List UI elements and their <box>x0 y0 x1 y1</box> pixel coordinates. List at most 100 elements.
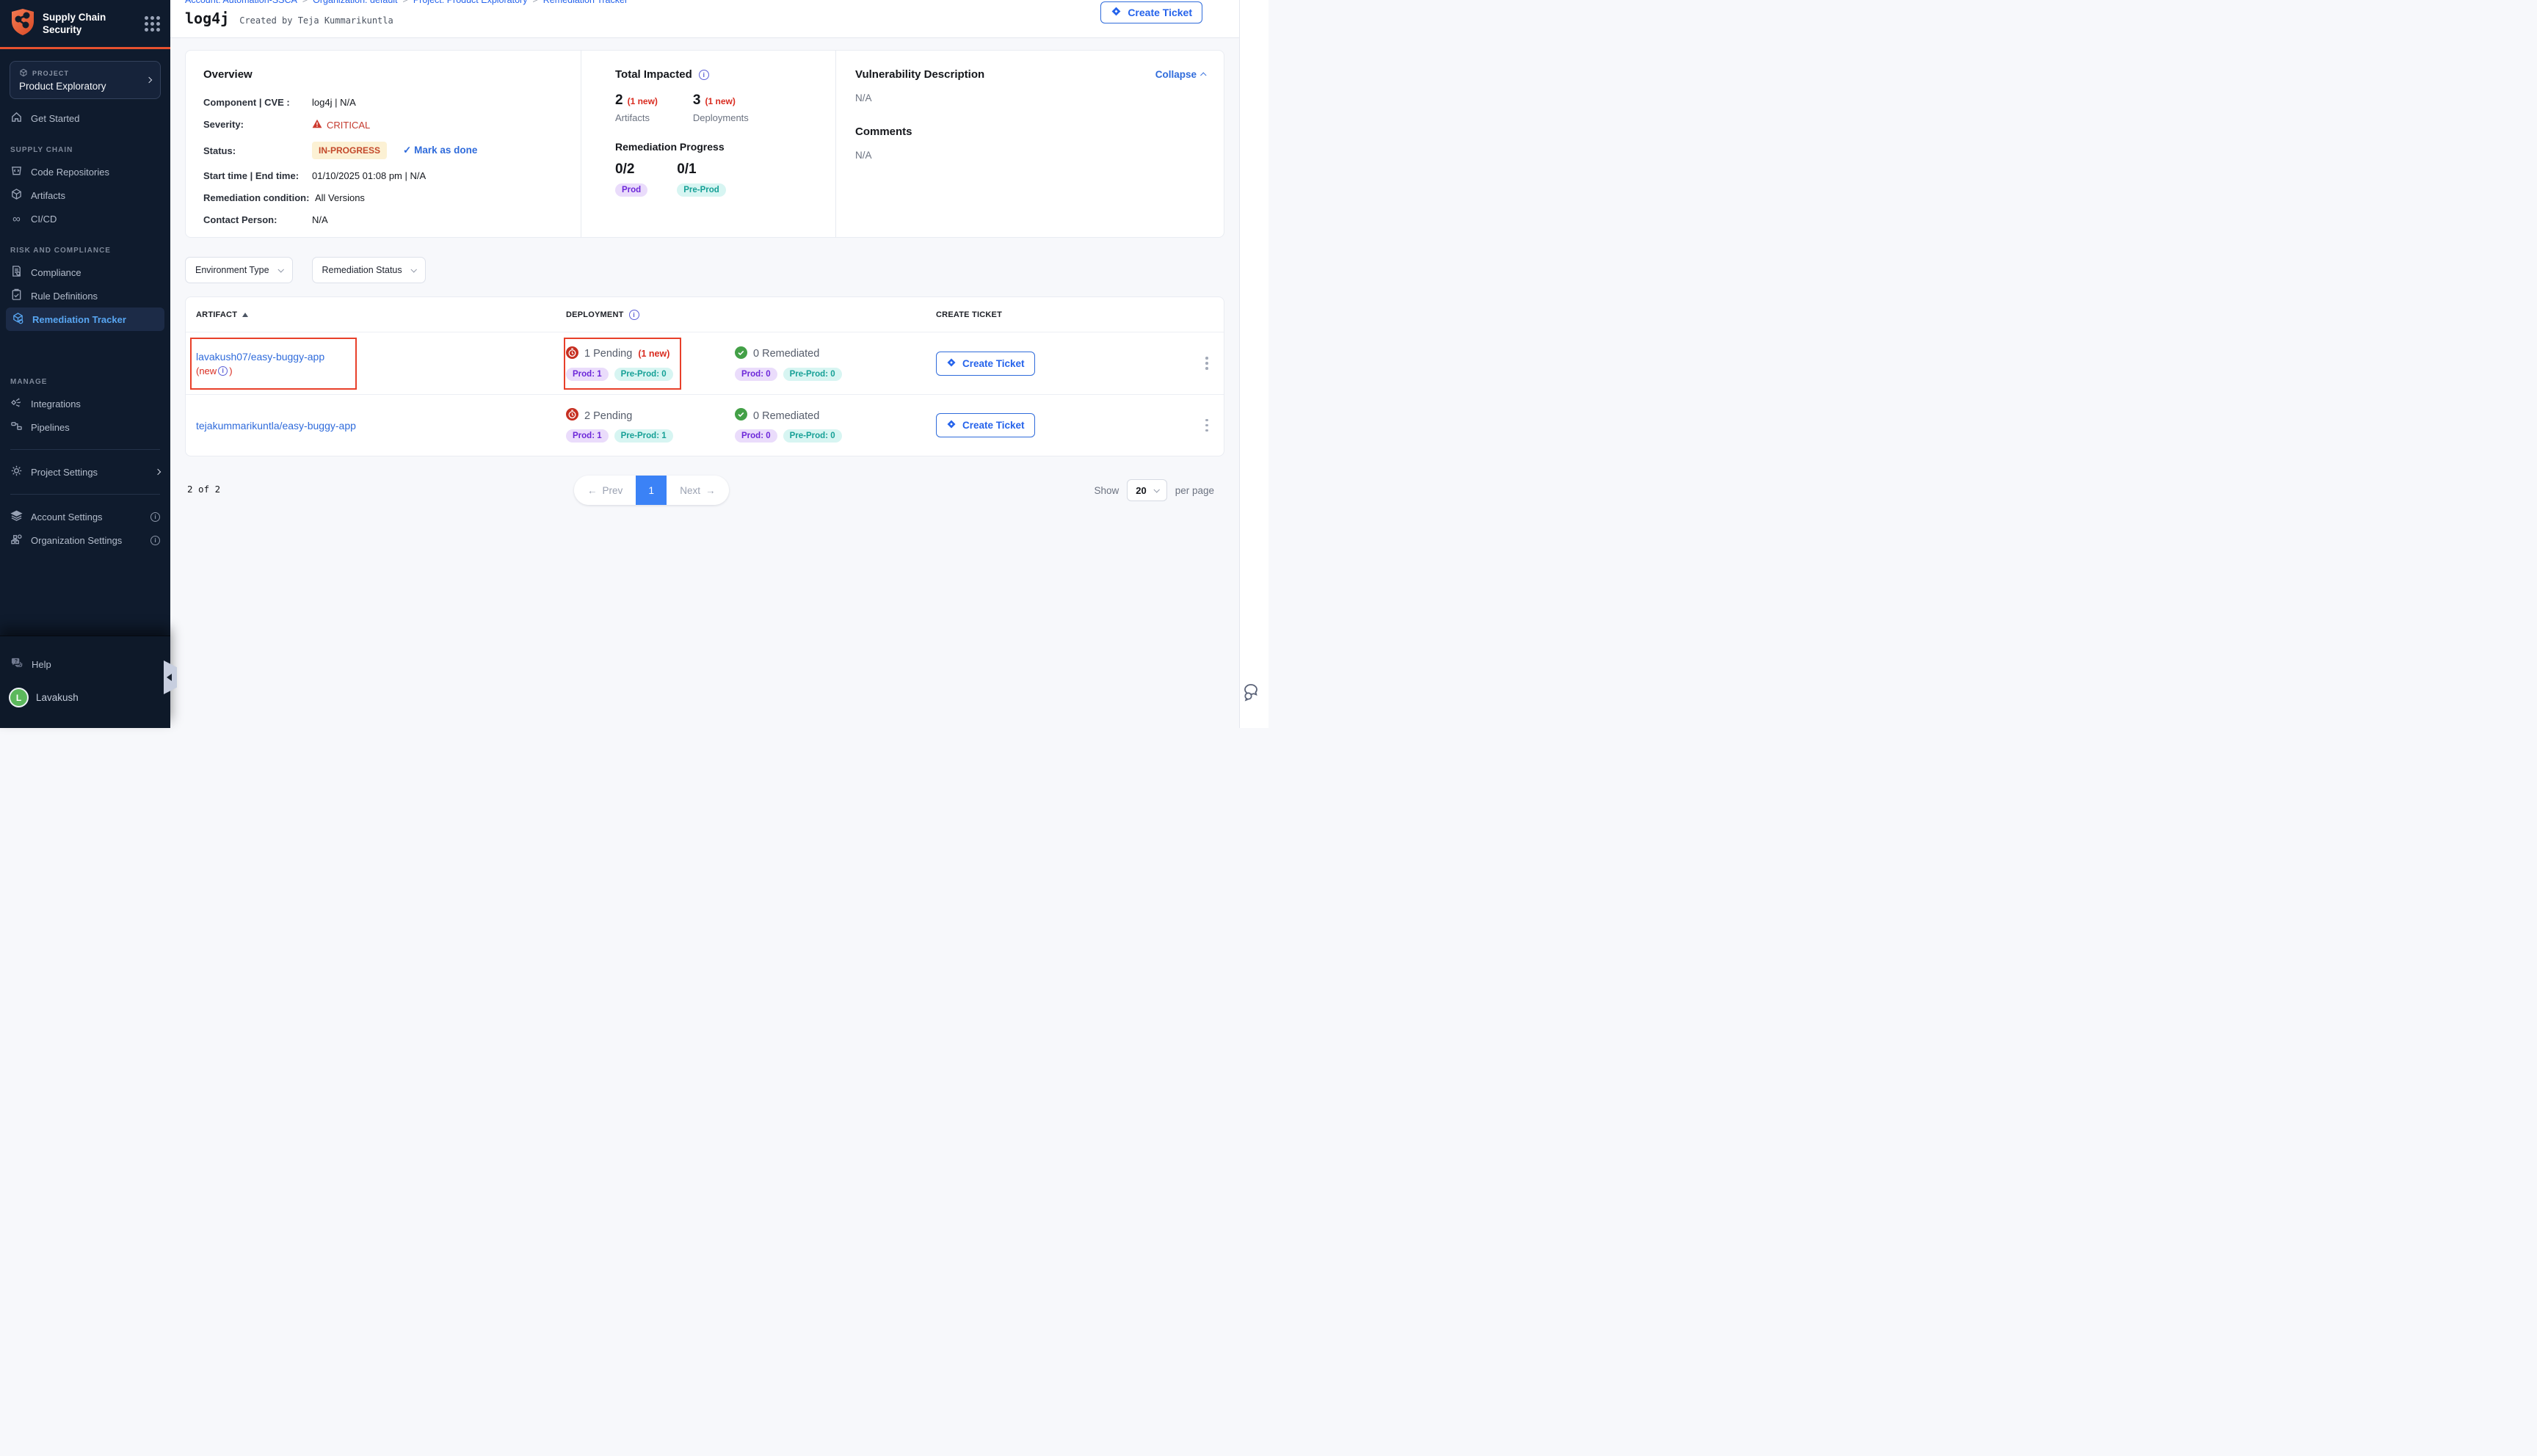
chevron-up-icon <box>1200 72 1206 78</box>
preprod-count-badge: Pre-Prod: 0 <box>614 368 673 381</box>
rule-definitions-clipboard-icon <box>10 288 23 303</box>
prod-count-badge: Prod: 1 <box>566 429 609 443</box>
sidebar-item-rule-definitions[interactable]: Rule Definitions <box>0 284 170 307</box>
table-header-row: ARTIFACT DEPLOYMENT i CREATE TICKET <box>186 297 1224 332</box>
total-impacted-heading: Total Impacted <box>615 68 692 81</box>
pending-clock-icon <box>566 408 578 423</box>
sidebar-item-organization-settings[interactable]: Organization Settings i <box>0 528 170 552</box>
gear-icon <box>10 465 23 479</box>
table-row: lavakush07/easy-buggy-app (newi) 1 Pendi… <box>186 332 1224 394</box>
comments-heading: Comments <box>855 125 1206 138</box>
contact-person-label: Contact Person: <box>203 214 312 225</box>
impacted-artifacts-stat: 2(1 new) Artifacts <box>615 92 658 123</box>
row-menu-kebab-icon[interactable] <box>1201 352 1213 374</box>
collapse-left-arrow-icon <box>167 674 172 681</box>
project-cube-icon <box>19 68 28 79</box>
pipelines-icon <box>10 420 23 434</box>
sidebar-divider <box>10 449 160 450</box>
user-menu[interactable]: L Lavakush <box>0 688 170 707</box>
jira-diamond-icon <box>946 357 957 370</box>
artifact-column-header[interactable]: ARTIFACT <box>196 310 237 319</box>
critical-warning-icon <box>312 119 322 131</box>
chevron-down-icon <box>410 266 416 272</box>
deployment-column-header: DEPLOYMENT <box>566 310 624 319</box>
create-ticket-button[interactable]: Create Ticket <box>1100 1 1202 23</box>
project-selector[interactable]: PROJECT Product Exploratory <box>10 61 161 99</box>
sidebar-item-integrations[interactable]: Integrations <box>0 392 170 415</box>
user-name: Lavakush <box>36 692 79 703</box>
prod-count-badge: Prod: 0 <box>735 429 777 443</box>
per-page-label: per page <box>1175 485 1214 496</box>
create-ticket-button[interactable]: Create Ticket <box>936 352 1035 376</box>
collapse-link[interactable]: Collapse <box>1155 69 1206 80</box>
code-repositories-icon <box>10 164 23 179</box>
remediation-status-filter[interactable]: Remediation Status <box>312 257 426 283</box>
compliance-document-icon <box>10 265 23 280</box>
app-grid-icon[interactable] <box>145 16 160 32</box>
contact-person-value: N/A <box>312 214 328 225</box>
prod-count-badge: Prod: 1 <box>566 368 609 381</box>
chevron-down-icon <box>1153 487 1159 492</box>
vulnerability-description-heading: Vulnerability Description <box>855 68 1155 81</box>
info-icon: i <box>150 536 160 545</box>
page-title: log4j <box>185 10 229 27</box>
sidebar-item-compliance[interactable]: Compliance <box>0 261 170 284</box>
preprod-count-badge: Pre-Prod: 1 <box>614 429 673 443</box>
sidebar-item-project-settings[interactable]: Project Settings <box>0 460 170 484</box>
new-count: (1 new) <box>628 96 658 106</box>
chevron-right-icon <box>146 77 152 83</box>
remediated-count: 0 Remediated <box>753 348 819 360</box>
page-number-active[interactable]: 1 <box>636 476 667 505</box>
pending-count: 2 Pending <box>584 410 632 422</box>
section-risk-compliance: RISK AND COMPLIANCE <box>0 247 170 255</box>
info-icon[interactable]: i <box>218 366 228 376</box>
info-icon[interactable]: i <box>629 310 639 320</box>
info-icon[interactable]: i <box>699 70 709 80</box>
environment-type-filter[interactable]: Environment Type <box>185 257 293 283</box>
sidebar-item-help[interactable]: ? Help <box>0 652 170 676</box>
breadcrumb-current[interactable]: Remediation Tracker <box>543 0 628 5</box>
sidebar-item-account-settings[interactable]: Account Settings i <box>0 505 170 528</box>
impacted-deployments-stat: 3(1 new) Deployments <box>693 92 749 123</box>
prev-page-button[interactable]: ← Prev <box>574 476 636 505</box>
remediation-condition-label: Remediation condition: <box>203 192 315 203</box>
page-size-select[interactable]: 20 <box>1127 479 1166 501</box>
sidebar-item-code-repositories[interactable]: Code Repositories <box>0 160 170 183</box>
preprod-count-badge: Pre-Prod: 0 <box>783 429 842 443</box>
breadcrumb-project[interactable]: Project: Product Exploratory <box>413 0 528 5</box>
start-end-time-value: 01/10/2025 01:08 pm | N/A <box>312 170 426 181</box>
component-cve-value: log4j | N/A <box>312 97 356 108</box>
sort-asc-icon[interactable] <box>242 313 248 317</box>
account-settings-layers-icon <box>10 509 23 524</box>
chevron-down-icon <box>277 266 283 272</box>
sidebar-item-pipelines[interactable]: Pipelines <box>0 415 170 439</box>
support-chat-icon[interactable] <box>1242 682 1264 706</box>
prod-progress-stat: 0/2 Prod <box>615 161 647 197</box>
create-ticket-button[interactable]: Create Ticket <box>936 413 1035 437</box>
arrow-left-icon: ← <box>587 485 598 496</box>
sidebar-item-artifacts[interactable]: Artifacts <box>0 183 170 207</box>
mark-as-done-link[interactable]: ✓ Mark as done <box>403 145 477 156</box>
home-icon <box>10 111 23 125</box>
breadcrumb-account[interactable]: Account: Automation-SSCA <box>185 0 297 5</box>
artifact-link[interactable]: lavakush07/easy-buggy-app <box>196 351 566 363</box>
sidebar-item-cicd[interactable]: ∞ CI/CD <box>0 207 170 230</box>
sidebar-item-remediation-tracker[interactable]: Remediation Tracker <box>6 307 164 331</box>
pager: ← Prev 1 Next → <box>574 476 729 505</box>
preprod-badge: Pre-Prod <box>677 183 726 197</box>
new-count: (1 new) <box>705 96 736 106</box>
sidebar-item-get-started[interactable]: Get Started <box>0 106 170 130</box>
row-menu-kebab-icon[interactable] <box>1201 415 1213 437</box>
created-by: Created by Teja Kummarikuntla <box>239 15 393 26</box>
start-end-time-label: Start time | End time: <box>203 170 312 181</box>
results-summary: 2 of 2 <box>187 484 220 495</box>
breadcrumb-organization[interactable]: Organization: default <box>313 0 397 5</box>
page-header: Account: Automation-SSCA>Organization: d… <box>170 0 1239 38</box>
artifact-link[interactable]: tejakummarikuntla/easy-buggy-app <box>196 420 566 432</box>
next-page-button[interactable]: Next → <box>667 476 728 505</box>
severity-label: Severity: <box>203 119 312 130</box>
sidebar: Supply Chain Security PROJECT Product Ex… <box>0 0 170 728</box>
component-cve-label: Component | CVE : <box>203 97 312 108</box>
overview-card: Overview Component | CVE : log4j | N/A S… <box>185 50 1224 238</box>
integrations-icon <box>10 396 23 411</box>
